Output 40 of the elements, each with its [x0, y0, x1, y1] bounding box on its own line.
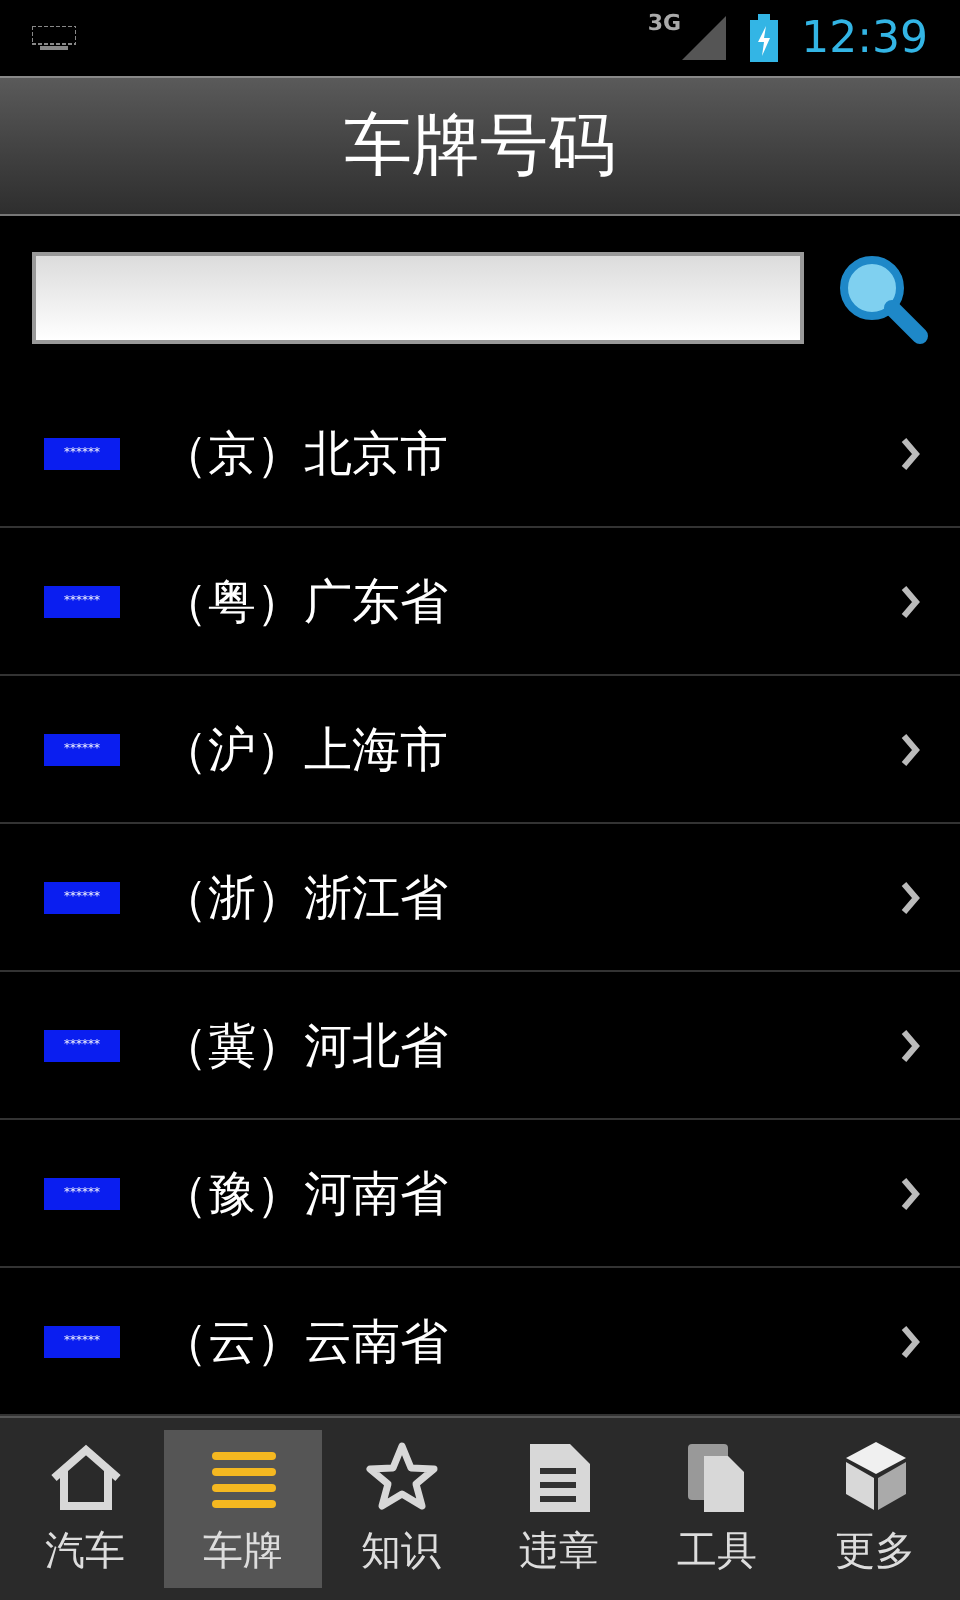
search-field[interactable] [32, 252, 804, 344]
province-abbreviation: （浙） [160, 867, 304, 929]
chevron-icon [900, 1175, 920, 1211]
province-name: 上海市 [304, 719, 448, 781]
document-icon [529, 1444, 589, 1512]
star-icon [363, 1440, 439, 1512]
chevron-icon [900, 1323, 920, 1359]
province-abbreviation: （豫） [160, 1163, 304, 1225]
tab[interactable]: 知识 [322, 1430, 480, 1588]
signal-icon [681, 16, 726, 60]
province-name: 河南省 [304, 1163, 448, 1225]
province-abbreviation: （粤） [160, 571, 304, 633]
province-abbreviation: （云） [160, 1311, 304, 1373]
network-type: 3G [647, 8, 682, 40]
chevron-icon [900, 583, 920, 619]
province-name: 浙江省 [304, 867, 448, 929]
province-name: 云南省 [304, 1311, 448, 1373]
province-name: 广东省 [304, 571, 448, 633]
battery-icon [749, 14, 778, 62]
province-abbreviation: （沪） [160, 719, 304, 781]
menu-icon [211, 1452, 275, 1512]
chevron-icon [900, 731, 920, 767]
province-abbreviation: （冀） [160, 1015, 304, 1077]
clock: 12:39 [801, 11, 928, 67]
search-icon[interactable] [836, 252, 928, 344]
province-name: 北京市 [304, 423, 448, 485]
province-abbreviation: （京） [160, 423, 304, 485]
tab[interactable]: 汽车 [6, 1430, 164, 1588]
copy-icon [687, 1444, 747, 1512]
page-title: 车牌号码 [344, 103, 616, 189]
chevron-icon [900, 1027, 920, 1063]
province-name: 河北省 [304, 1015, 448, 1077]
cube-icon [843, 1440, 907, 1512]
tab[interactable]: 违章 [480, 1430, 638, 1588]
tab[interactable]: 工具 [638, 1430, 796, 1588]
keyboard-icon [32, 26, 76, 50]
tab[interactable]: 更多 [796, 1430, 954, 1588]
chevron-icon [900, 435, 920, 471]
tab[interactable]: 车牌 [164, 1430, 322, 1588]
chevron-icon [900, 879, 920, 915]
